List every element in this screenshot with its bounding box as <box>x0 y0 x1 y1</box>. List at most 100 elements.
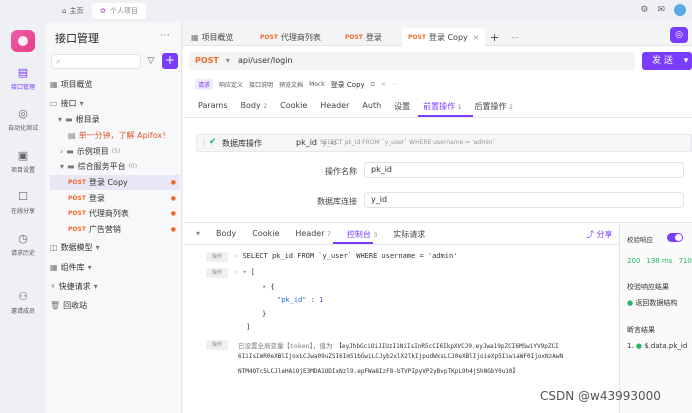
rail-item-share[interactable]: ☐ 在线分享 <box>0 190 46 215</box>
url-input[interactable]: api/user/login <box>238 52 293 70</box>
tree-item-models[interactable]: ◫ 数据模型 ▾ <box>50 240 180 255</box>
method-select[interactable]: POST ▾ <box>195 52 230 70</box>
tree-item-quick[interactable]: ⚡ 快捷请求 ▾ <box>50 279 180 294</box>
more-tabs-icon[interactable]: ⋯ <box>511 28 519 46</box>
operation-sql: SELECT pk_id FROM `y_user` WHERE usernam… <box>320 139 495 146</box>
tab-label: 实际请求 <box>393 230 426 239</box>
tree-item-agents[interactable]: POST 代理商列表 ● <box>50 206 180 221</box>
right-panel <box>619 224 692 413</box>
subtab-request[interactable]: 请求 <box>195 79 214 90</box>
tab-header[interactable]: Header <box>320 101 349 112</box>
tab-login[interactable]: POST 登录 <box>345 28 382 46</box>
operation-code-label: pk_id <box>296 138 318 147</box>
rail-item-project-settings[interactable]: ▣ 项目设置 <box>0 149 46 174</box>
send-label: 发 送 <box>652 56 673 66</box>
project-icon: ✿ <box>100 7 106 15</box>
tab-console[interactable]: 控制台 3 <box>347 229 377 240</box>
home-tab[interactable]: ⌂ 主页 <box>56 3 89 19</box>
settings-icon[interactable]: ⚙ <box>640 5 648 15</box>
copy-icon[interactable]: ⧉ <box>371 81 375 89</box>
tree-item-platform[interactable]: ▾ ▬ 综合服务平台 (0) <box>50 159 180 174</box>
tab-resp-body[interactable]: ▾ <box>196 229 200 240</box>
tab-agents[interactable]: POST 代理商列表 <box>260 28 321 46</box>
close-icon[interactable]: × <box>473 33 480 42</box>
tree-item-login[interactable]: POST 登录 ● <box>50 191 180 206</box>
bracket-open: [ <box>250 268 256 276</box>
link-icon[interactable]: ∞ <box>381 81 386 88</box>
db-conn-select[interactable]: y_id <box>364 192 684 208</box>
tab-actual-request[interactable]: 实际请求 <box>393 229 425 240</box>
env-icon[interactable]: ◎ <box>670 27 688 43</box>
tab-label: Params <box>198 101 228 110</box>
resize-divider[interactable] <box>183 222 692 223</box>
tree-item-ads[interactable]: POST 广告营销 ● <box>50 222 180 237</box>
tree-item-examples[interactable]: › ▬ 示例项目 (5) <box>50 144 180 159</box>
filter-icon[interactable]: ▽ <box>144 54 158 69</box>
operation-name: 数据库操作 <box>222 139 262 148</box>
mail-icon[interactable]: ✉ <box>657 5 665 15</box>
tab-params[interactable]: Params <box>198 101 228 112</box>
new-tab-button[interactable]: + <box>490 28 499 46</box>
subtab-mock[interactable]: Mock <box>309 81 325 88</box>
tree-label: 示例项目 <box>76 147 109 156</box>
verify-toggle[interactable] <box>667 233 683 242</box>
tab-count: 7 <box>327 231 331 238</box>
tab-resp-body-label[interactable]: Body <box>216 229 236 240</box>
tab-label: 代理商列表 <box>280 32 321 42</box>
tab-login-copy[interactable]: POST 登录 Copy × <box>402 28 486 46</box>
doc-icon: ▤ <box>68 131 76 140</box>
tab-settings[interactable]: 设置 <box>394 101 410 112</box>
rail-label: 项目设置 <box>10 167 35 174</box>
dot-icon: ● <box>170 210 176 217</box>
rail-item-history[interactable]: ◷ 请求历史 <box>0 232 46 257</box>
log-line-token-1: 已设置全局变量【token】，值为 【eyJhbGciOiJIUzI1NiIsI… <box>238 340 559 350</box>
tab-count: 3 <box>373 232 378 239</box>
tree-label: 组件库 <box>60 263 85 272</box>
rail-item-invite[interactable]: ⚇ 邀请成员 <box>0 290 46 315</box>
response-time: 138 ms <box>646 257 673 265</box>
tree-item-trash[interactable]: 🗑 回收站 <box>50 298 180 313</box>
tab-body[interactable]: Body 2 <box>241 101 268 112</box>
op-name-input[interactable]: pk_id <box>364 162 684 178</box>
tab-overview[interactable]: ▦ 项目概览 <box>191 28 234 46</box>
share-button[interactable]: ⤴ 分享 <box>586 229 613 240</box>
send-button[interactable]: 发 送 ▾ <box>642 52 692 70</box>
log-key: "pk_id" <box>277 296 307 304</box>
tree-item-root[interactable]: ▾ ▬ 根目录 <box>50 112 180 127</box>
add-button[interactable]: + <box>162 53 178 69</box>
tab-cookie[interactable]: Cookie <box>280 101 307 112</box>
tree-label: 项目概览 <box>60 80 93 89</box>
tree-item-api[interactable]: ▭ 接口 ▾ <box>50 96 180 111</box>
project-tab[interactable]: ✿ 个人项目 <box>92 3 146 19</box>
tab-label: Body <box>216 229 237 238</box>
api-icon: ▤ <box>17 66 29 79</box>
tab-count: 2 <box>509 104 513 111</box>
tree-item-components[interactable]: ▦ 组件库 ▾ <box>50 260 180 275</box>
rail-item-auto-test[interactable]: ◎ 自动化测试 <box>0 107 46 132</box>
more-icon[interactable]: ⋯ <box>160 30 170 41</box>
tab-label: 后置操作 <box>474 102 507 111</box>
tree-item-overview[interactable]: ▦ 项目概览 <box>50 77 180 92</box>
tab-resp-header[interactable]: Header 7 <box>295 229 331 240</box>
rail-item-api[interactable]: ▤ 接口管理 <box>0 66 46 91</box>
caret-down-icon: ▾ <box>60 162 65 171</box>
subtab-desc[interactable]: 接口说明 <box>249 80 273 89</box>
check-icon[interactable]: ✔ <box>209 137 217 147</box>
tab-label: 项目概览 <box>201 32 234 42</box>
more-icon[interactable]: ⋯ <box>392 81 398 88</box>
tree-label: 根目录 <box>75 115 100 124</box>
search-input[interactable]: ⌕ <box>51 54 141 69</box>
tab-resp-cookie[interactable]: Cookie <box>252 229 279 240</box>
overview-icon: ▦ <box>191 32 199 42</box>
tree-item-guide[interactable]: ▤ 单一分钟，了解 Apifox！ <box>50 128 180 143</box>
subtab-preview[interactable]: 预览文档 <box>279 80 303 89</box>
tree-label: 数据模型 <box>60 243 93 252</box>
tab-post-ops[interactable]: 后置操作 2 <box>475 101 513 112</box>
tab-pre-ops[interactable]: 前置操作 1 <box>423 101 461 112</box>
tab-label: Header <box>295 229 325 238</box>
tree-item-login-copy[interactable]: POST 登录 Copy ● <box>50 175 180 190</box>
avatar[interactable] <box>674 4 686 16</box>
subtab-response[interactable]: 响应定义 <box>219 80 243 89</box>
log-line-kv: "pk_id" : 1 <box>277 296 323 304</box>
tab-auth[interactable]: Auth <box>362 101 381 112</box>
